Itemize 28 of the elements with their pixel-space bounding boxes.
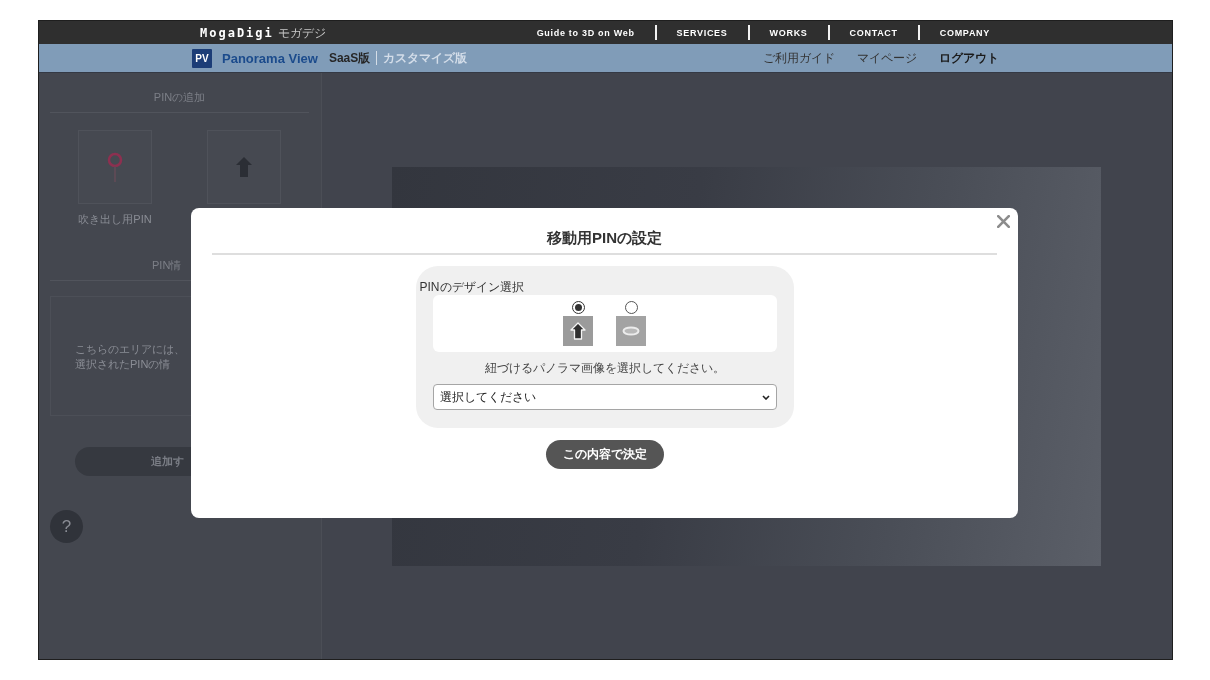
nav-link[interactable]: Guide to 3D on Web (536, 27, 635, 38)
up-arrow-icon (236, 157, 252, 177)
help-button[interactable]: ? (50, 510, 83, 543)
edition-tab[interactable]: SaaS版 (328, 49, 371, 67)
nav-link[interactable]: WORKS (769, 27, 808, 38)
field-label: PINのデザイン選択 (419, 280, 524, 295)
nav-link[interactable]: CONTACT (849, 27, 898, 38)
logo-subtitle: モガデジ (277, 25, 326, 40)
pin-icon (105, 152, 125, 182)
radio-button[interactable] (571, 301, 585, 314)
dialog-title: 移動用PINの設定 (547, 228, 662, 248)
chevron-down-icon (761, 394, 770, 400)
close-button[interactable] (997, 215, 1010, 228)
product-name: Panorama View (222, 50, 318, 66)
image-select[interactable]: 選択してください (432, 384, 777, 410)
instruction-text: 紐づけるパノラマ画像を選択してください。 (483, 360, 726, 376)
header-link[interactable]: ご利用ガイド (763, 49, 835, 67)
product-badge: PV (192, 48, 212, 68)
header-link[interactable]: マイページ (857, 49, 917, 67)
nav-link[interactable]: COMPANY (939, 27, 990, 38)
close-icon (997, 215, 1010, 228)
logo-text: MogaDigi (200, 25, 274, 40)
logout-link[interactable]: ログアウト (939, 49, 999, 67)
nav-link[interactable]: SERVICES (676, 27, 728, 38)
radio-button[interactable] (624, 301, 638, 314)
confirm-button[interactable]: この内容で決定 (545, 440, 664, 469)
pin-type-button[interactable] (207, 130, 281, 204)
ring-icon (616, 316, 646, 346)
